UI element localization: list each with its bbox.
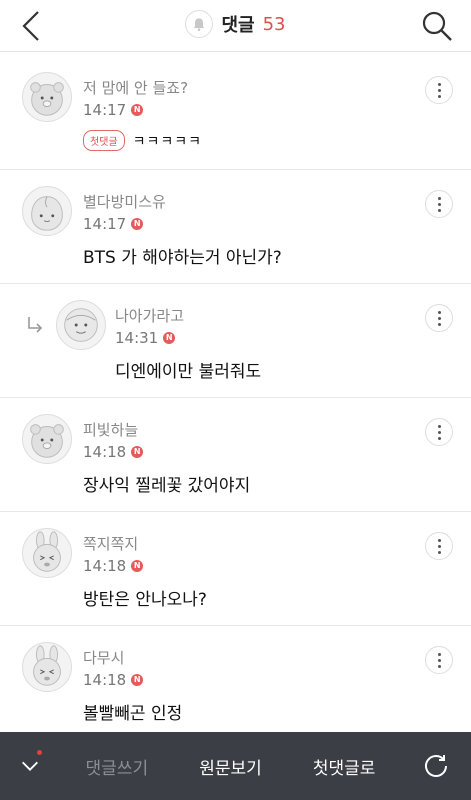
comment-time: 14:18 — [83, 557, 127, 575]
comment-author[interactable]: 나아가라고 — [115, 305, 184, 326]
search-icon — [422, 11, 452, 41]
bear-avatar-icon — [30, 424, 64, 458]
new-badge: N — [131, 104, 144, 116]
comment-count: 53 — [262, 13, 286, 35]
page-title: 댓글 — [221, 15, 255, 36]
comment-list: 저 맘에 안 들죠? 14:17 N 첫댓글 ㅋㅋㅋㅋㅋ 별다방미스유 14:1… — [0, 56, 471, 740]
title-area: 댓글 53 — [0, 10, 471, 38]
bell-icon[interactable] — [185, 10, 214, 38]
comment-meta: 14:18 N — [83, 443, 144, 461]
rabbit-avatar-icon — [33, 645, 61, 686]
avatar[interactable] — [22, 414, 72, 464]
more-options-button[interactable] — [425, 418, 453, 446]
comment-text: ㅋㅋㅋㅋㅋ — [132, 133, 203, 150]
avatar[interactable] — [22, 72, 72, 122]
more-options-button[interactable] — [425, 532, 453, 560]
comment-author[interactable]: 다무시 — [83, 647, 124, 668]
comment-time: 14:17 — [83, 101, 127, 119]
comment-author[interactable]: 쪽지쪽지 — [83, 533, 138, 554]
comment-item: 쪽지쪽지 14:18 N 방탄은 안나오나? — [0, 512, 471, 626]
comment-meta: 14:18 N — [83, 671, 144, 689]
chevron-down-icon — [22, 761, 38, 771]
avatar[interactable] — [22, 186, 72, 236]
more-options-button[interactable] — [425, 646, 453, 674]
new-badge: N — [131, 446, 144, 458]
first-comment-row: 첫댓글 ㅋㅋㅋㅋㅋ — [83, 130, 202, 151]
comment-text: 장사익 찔레꽃 갔어야지 — [83, 476, 251, 496]
new-badge: N — [131, 674, 144, 686]
more-options-button[interactable] — [425, 190, 453, 218]
comment-text: BTS 가 해야하는거 아닌가? — [83, 248, 282, 268]
comment-time: 14:18 — [83, 671, 127, 689]
comment-author[interactable]: 별다방미스유 — [83, 191, 166, 212]
comment-author[interactable]: 저 맘에 안 들죠? — [83, 77, 188, 98]
comment-item: 별다방미스유 14:17 N BTS 가 해야하는거 아닌가? — [0, 170, 471, 284]
comment-meta: 14:17 N — [83, 215, 144, 233]
comment-text: 방탄은 안나오나? — [83, 590, 207, 610]
new-badge: N — [131, 218, 144, 230]
first-comment-button[interactable]: 첫댓글로 — [287, 754, 401, 779]
character-avatar-icon — [64, 308, 98, 342]
view-original-button[interactable]: 원문보기 — [174, 754, 288, 779]
rabbit-avatar-icon — [33, 531, 61, 572]
avatar[interactable] — [56, 300, 106, 350]
reply-item: 나아가라고 14:31 N 디엔에이만 불러줘도 — [0, 284, 471, 398]
comment-text: 볼빨빼곤 인정 — [83, 704, 183, 724]
bottom-bar: 댓글쓰기 원문보기 첫댓글로 — [0, 732, 471, 800]
notification-dot — [37, 750, 42, 755]
comment-author[interactable]: 피빛하늘 — [83, 419, 138, 440]
comment-item: 다무시 14:18 N 볼빨빼곤 인정 — [0, 626, 471, 740]
search-button[interactable] — [419, 8, 455, 44]
avatar[interactable] — [22, 528, 72, 578]
peach-avatar-icon — [31, 196, 63, 231]
more-options-button[interactable] — [425, 304, 453, 332]
comment-item: 피빛하늘 14:18 N 장사익 찔레꽃 갔어야지 — [0, 398, 471, 512]
first-comment-tag: 첫댓글 — [83, 130, 125, 151]
comment-item: 저 맘에 안 들죠? 14:17 N 첫댓글 ㅋㅋㅋㅋㅋ — [0, 56, 471, 170]
refresh-icon — [425, 755, 448, 777]
new-badge: N — [131, 560, 144, 572]
collapse-button[interactable] — [0, 732, 60, 800]
comment-text: 디엔에이만 불러줘도 — [115, 362, 262, 382]
comment-meta: 14:18 N — [83, 557, 144, 575]
write-comment-button[interactable]: 댓글쓰기 — [60, 754, 174, 779]
comment-time: 14:18 — [83, 443, 127, 461]
comment-meta: 14:31 N — [115, 329, 176, 347]
bear-avatar-icon — [30, 82, 64, 116]
avatar[interactable] — [22, 642, 72, 692]
new-badge: N — [163, 332, 176, 344]
reply-arrow-icon — [28, 317, 43, 333]
comment-meta: 14:17 N — [83, 101, 144, 119]
comment-time: 14:17 — [83, 215, 127, 233]
refresh-button[interactable] — [401, 732, 471, 800]
more-options-button[interactable] — [425, 76, 453, 104]
comment-time: 14:31 — [115, 329, 159, 347]
header: 댓글 53 — [0, 0, 471, 52]
